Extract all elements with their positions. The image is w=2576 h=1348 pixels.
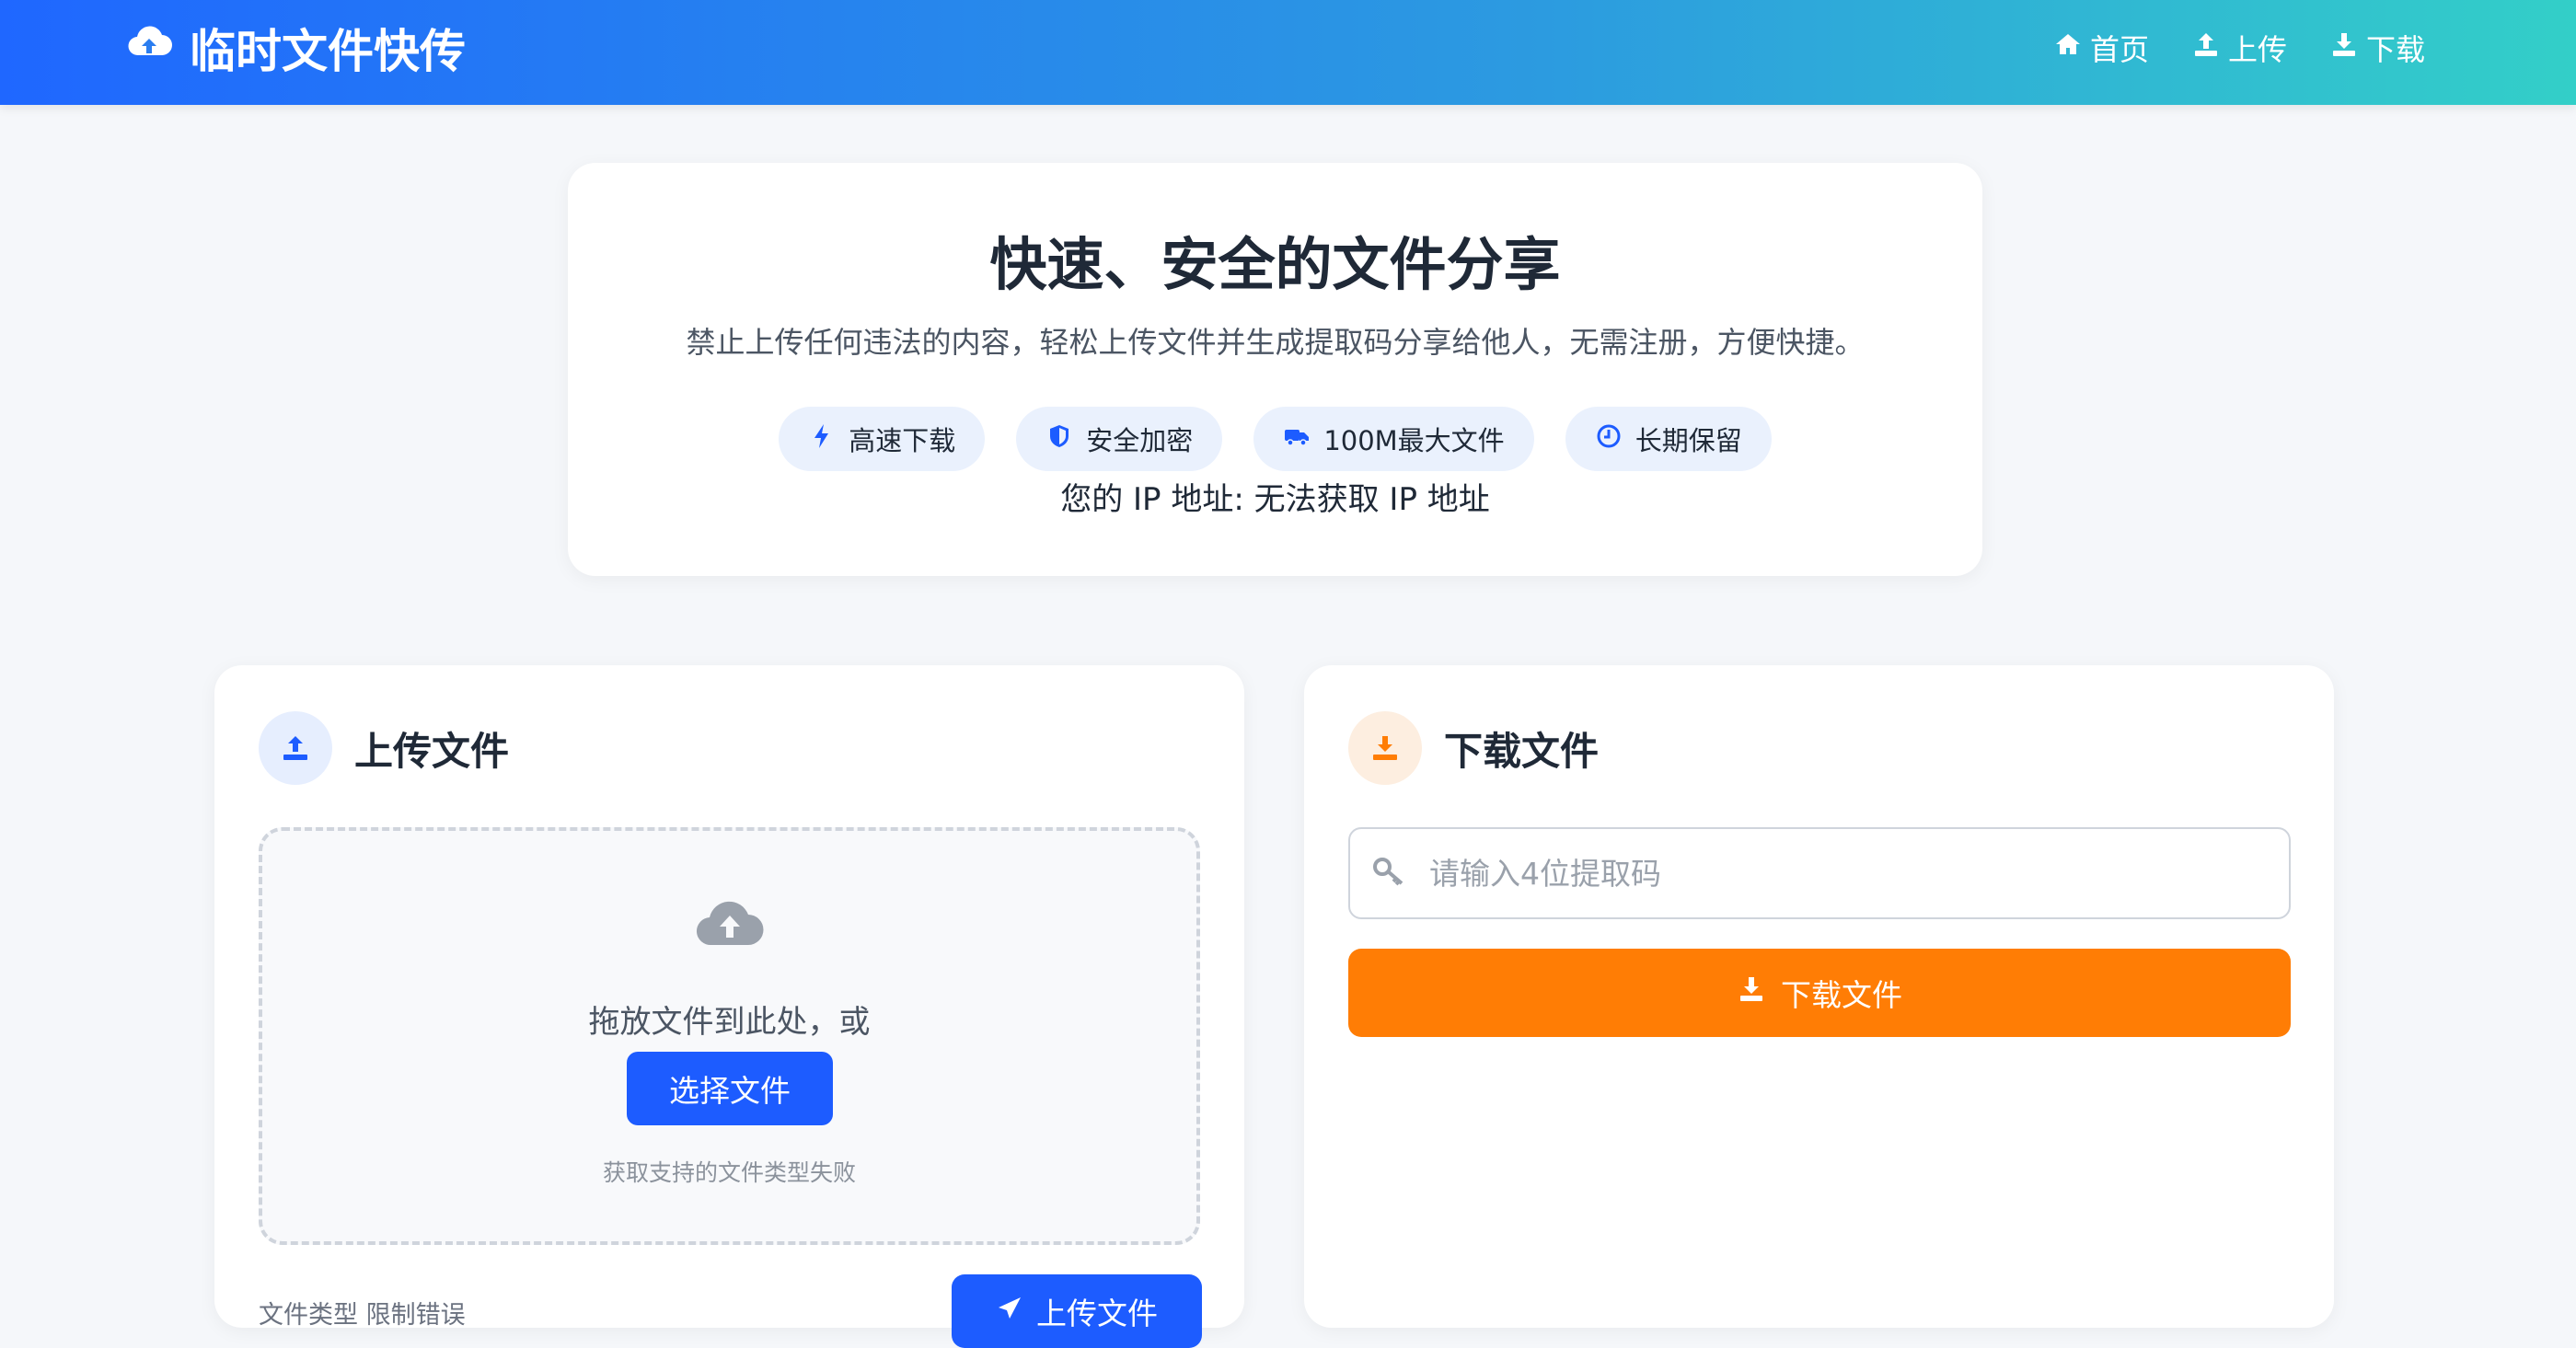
feature-label: 高速下载 [849,425,956,456]
download-file-button[interactable]: 下载文件 [1348,949,2291,1037]
file-type-hint: 获取支持的文件类型失败 [602,1159,856,1186]
cloud-upload-icon [262,890,1196,954]
cloud-upload-icon [125,18,173,77]
choose-file-button[interactable]: 选择文件 [627,1052,833,1125]
upload-file-button[interactable]: 上传文件 [952,1274,1202,1348]
hero-card: 快速、安全的文件分享 禁止上传任何违法的内容，轻松上传文件并生成提取码分享给他人… [568,163,1982,576]
download-icon [1737,974,1766,1011]
upload-icon [259,711,332,785]
download-card-title: 下载文件 [1444,728,1600,774]
upload-status-text: 文件类型 限制错误 [259,1301,466,1330]
nav-download-label: 下载 [2365,32,2425,67]
download-icon [2329,29,2359,66]
upload-card: 上传文件 拖放文件到此处，或 选择文件 获取支持的文件类型失败 文件类型 限制错… [214,665,1244,1348]
feature-label: 100M最大文件 [1323,425,1505,456]
feature-label: 长期保留 [1635,425,1742,456]
upload-card-title: 上传文件 [354,728,510,774]
feature-label: 安全加密 [1086,425,1194,456]
brand[interactable]: 临时文件快传 [125,18,466,78]
feature-secure: 安全加密 [1016,407,1223,471]
send-icon [996,1294,1023,1330]
top-navbar: 临时文件快传 首页 上传 下载 [0,0,2576,105]
key-icon [1350,853,1407,893]
hero-title: 快速、安全的文件分享 [989,231,1561,298]
nav-home-label: 首页 [2089,32,2149,67]
file-dropzone[interactable]: 拖放文件到此处，或 选择文件 获取支持的文件类型失败 [259,827,1200,1245]
brand-title: 临时文件快传 [190,25,466,78]
hero-subtitle: 禁止上传任何违法的内容，轻松上传文件并生成提取码分享给他人，无需注册，方便快捷。 [686,325,1865,360]
nav-home[interactable]: 首页 [2053,27,2149,69]
feature-max-size: 100M最大文件 [1253,407,1534,471]
upload-card-header: 上传文件 [259,711,509,785]
truck-icon [1283,422,1311,456]
shield-icon [1045,422,1073,456]
feature-long-retention: 长期保留 [1565,407,1772,471]
download-icon [1348,711,1422,785]
nav-upload[interactable]: 上传 [2191,27,2287,69]
feature-list: 高速下载 安全加密 100M最大文件 长期保留 [568,407,1982,471]
extract-code-field[interactable] [1348,827,2291,919]
download-button-label: 下载文件 [1781,977,1902,1013]
download-card: 下载文件 下载文件 [1304,665,2334,1328]
bolt-icon [808,422,836,456]
nav-upload-label: 上传 [2227,32,2287,67]
home-icon [2053,29,2083,66]
nav-links: 首页 上传 下载 [2053,20,2425,75]
upload-icon [2191,29,2221,66]
dropzone-text: 拖放文件到此处，或 [588,1004,871,1041]
feature-fast-download: 高速下载 [779,407,986,471]
upload-button-label: 上传文件 [1036,1296,1158,1331]
clock-icon [1595,422,1623,456]
nav-download[interactable]: 下载 [2329,27,2425,69]
extract-code-input[interactable] [1429,855,2258,892]
download-card-header: 下载文件 [1348,711,1599,785]
ip-address-text: 您的 IP 地址: 无法获取 IP 地址 [1060,481,1490,518]
